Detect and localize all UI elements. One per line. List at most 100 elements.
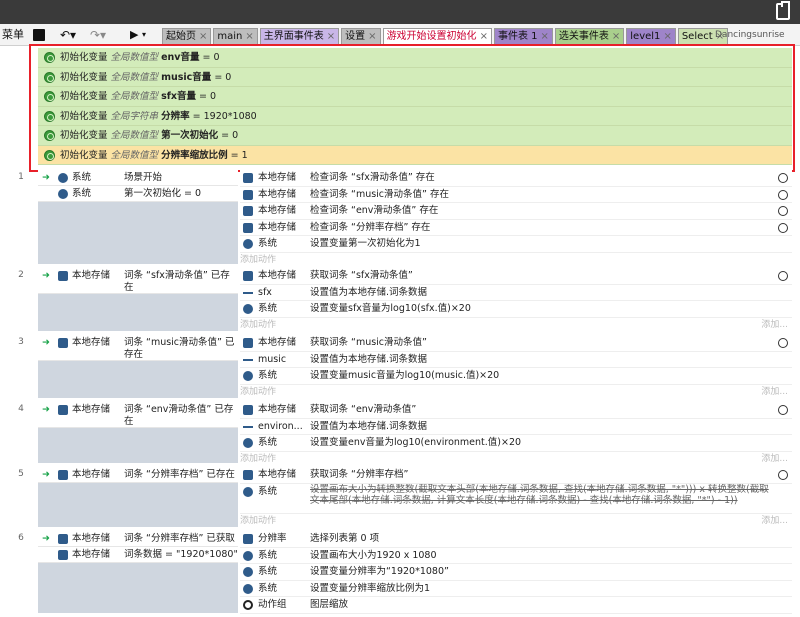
add-action-button[interactable]: 添加动作 添加...: [240, 317, 792, 332]
tab-6[interactable]: 选关事件表 ×: [554, 28, 625, 45]
var-name: 分辨率: [161, 110, 190, 122]
actions-list: 本地存储 获取词条 “env滑动条值” environ... 设置值为本地存储.词条数…: [240, 402, 792, 466]
global-variable-row[interactable]: 初始化变量 全局数值型 分辨率缩放比例 = 1: [38, 145, 792, 165]
var-value: = 1: [227, 149, 248, 161]
run-dropdown-icon[interactable]: ▾: [142, 24, 146, 46]
condition-row[interactable]: ➜ 本地存储 词条 “env滑动条值” 已存在: [38, 402, 238, 428]
condition-row[interactable]: ➜ 本地存储 词条 “分辨率存档” 已获取: [38, 531, 238, 547]
gear-icon: [243, 567, 253, 577]
condition-text: 词条 “env滑动条值” 已存在: [124, 404, 234, 427]
action-row[interactable]: 本地存储 获取词条 “分辨率存档”: [240, 467, 792, 484]
condition-text: 第一次初始化 = 0: [124, 188, 202, 199]
action-row[interactable]: 本地存储 检查词条 “env滑动条值” 存在: [240, 203, 792, 220]
add-action-button[interactable]: 添加动作 添加...: [240, 513, 792, 528]
global-variable-row[interactable]: 初始化变量 全局数值型 第一次初始化 = 0: [38, 126, 792, 146]
condition-row[interactable]: 系统 第一次初始化 = 0: [38, 186, 238, 202]
tab-close-icon[interactable]: ×: [368, 31, 376, 42]
event-number: 2: [18, 270, 24, 280]
tab-1[interactable]: main ×: [213, 28, 258, 45]
storage-icon: [243, 222, 253, 233]
action-row[interactable]: 系统 设置变量第一次初始化为1: [240, 236, 792, 253]
action-row[interactable]: sfx 设置值为本地存储.词条数据: [240, 284, 792, 301]
condition-row[interactable]: ➜ 本地存储 词条 “sfx滑动条值” 已存在: [38, 268, 238, 294]
global-variable-row[interactable]: 初始化变量 全局数值型 sfx音量 = 0: [38, 87, 792, 107]
action-row[interactable]: 系统 设置变量sfx音量为log10(sfx.值)×20: [240, 301, 792, 318]
action-object: 系统: [258, 238, 278, 249]
action-row[interactable]: 系统 设置画布大小为转换整数(截取文本头部(本地存储.词条数据, 查找(本地存储.…: [240, 483, 792, 514]
var-prefix: 初始化变量: [60, 91, 108, 102]
var-kind: 全局数值型: [110, 52, 159, 63]
condition-object: 本地存储: [58, 402, 122, 418]
condition-row[interactable]: ➜ 本地存储 词条 “分辨率存档” 已存在: [38, 467, 238, 483]
action-text: 图层缩放: [310, 599, 349, 610]
var-prefix: 初始化变量: [60, 149, 108, 161]
condition-row[interactable]: ➜ 系统 场景开始: [38, 170, 238, 186]
tab-close-icon[interactable]: ×: [663, 31, 671, 42]
add-action-button[interactable]: 添加动作 添加...: [240, 451, 792, 466]
arrow-icon: ➜: [42, 172, 50, 183]
gear-icon: [243, 304, 253, 314]
globe-icon: [44, 91, 55, 102]
action-row[interactable]: 本地存储 获取词条 “sfx滑动条值”: [240, 268, 792, 285]
tab-label: 选关事件表: [558, 31, 609, 42]
gear-icon: [243, 438, 253, 448]
gear-icon: [243, 239, 253, 249]
loop-icon: [243, 600, 253, 610]
action-row[interactable]: 系统 设置变量分辨率为“1920*1080”: [240, 564, 792, 581]
tab-4[interactable]: 游戏开始设置初始化 ×: [382, 28, 492, 45]
tab-close-icon[interactable]: ×: [199, 31, 207, 42]
menu-button[interactable]: 菜单: [2, 24, 24, 46]
storage-icon: [58, 470, 68, 480]
tab-7[interactable]: level1 ×: [626, 28, 676, 45]
action-row[interactable]: music 设置值为本地存储.词条数据: [240, 351, 792, 368]
tab-bar: 起始页 × main × 主界面事件表 × 设置 × 游戏开始设置初始化 × 事件表 1 × 选关事件表…: [162, 28, 730, 46]
action-row[interactable]: 动作组 图层缩放: [240, 597, 792, 614]
global-variable-row[interactable]: 初始化变量 全局数值型 music音量 = 0: [38, 67, 792, 87]
add-action-button[interactable]: 添加动作: [240, 252, 792, 267]
tab-close-icon[interactable]: ×: [327, 31, 335, 42]
action-object: 本地存储: [258, 469, 297, 480]
arrow-icon: ➜: [42, 337, 50, 348]
tab-3[interactable]: 设置 ×: [341, 28, 381, 45]
action-row[interactable]: 系统 设置画布大小为1920 x 1080: [240, 547, 792, 564]
arrow-icon: ➜: [42, 404, 50, 415]
action-row[interactable]: 本地存储 检查词条 “music滑动条值” 存在: [240, 186, 792, 203]
condition-row[interactable]: ➜ 本地存储 词条 “music滑动条值” 已存在: [38, 335, 238, 361]
run-button[interactable]: ▶: [130, 24, 138, 46]
tab-close-icon[interactable]: ×: [480, 31, 488, 42]
undo-icon[interactable]: ↶▾: [60, 24, 76, 46]
tab-5[interactable]: 事件表 1 ×: [493, 28, 553, 45]
action-row[interactable]: 系统 设置变量env音量为log10(environment.值)×20: [240, 435, 792, 452]
actions-list: 分辨率 选择列表第 0 项系统 设置画布大小为1920 x 1080 系统 设置变量分辨…: [240, 531, 792, 614]
action-row[interactable]: 本地存储 检查词条 “分辨率存档” 存在: [240, 219, 792, 236]
action-object: 本地存储: [258, 172, 297, 183]
storage-icon: [58, 338, 68, 348]
actions-list: 本地存储 获取词条 “分辨率存档” 系统 设置画布大小为转换整数(截取文本头部(本地存…: [240, 467, 792, 528]
global-variable-row[interactable]: 初始化变量 全局字符串 分辨率 = 1920*1080: [38, 106, 792, 126]
condition-text: 场景开始: [124, 172, 163, 183]
tab-close-icon[interactable]: ×: [541, 31, 549, 42]
action-row[interactable]: environ... 设置值为本地存储.词条数据: [240, 418, 792, 435]
clipboard-icon[interactable]: [776, 1, 790, 20]
action-row[interactable]: 系统 设置变量music音量为log10(music.值)×20: [240, 368, 792, 385]
tab-label: level1: [630, 31, 661, 42]
tab-close-icon[interactable]: ×: [245, 31, 253, 42]
action-text: 设置变量分辨率缩放比例为1: [310, 582, 431, 594]
var-name: 第一次初始化: [161, 130, 219, 141]
save-icon[interactable]: [33, 29, 45, 41]
add-action-button[interactable]: 添加动作 添加...: [240, 384, 792, 399]
condition-row[interactable]: 本地存储 词条数据 = "1920*1080": [38, 547, 238, 563]
action-row[interactable]: 本地存储 获取词条 “env滑动条值”: [240, 402, 792, 419]
tab-2[interactable]: 主界面事件表 ×: [259, 28, 340, 45]
action-row[interactable]: 本地存储 获取词条 “music滑动条值”: [240, 335, 792, 352]
title-bar: [0, 0, 800, 24]
tab-close-icon[interactable]: ×: [612, 31, 620, 42]
action-row[interactable]: 分辨率 选择列表第 0 项: [240, 531, 792, 548]
var-value: = 1920*1080: [189, 110, 257, 122]
action-row[interactable]: 本地存储 检查词条 “sfx滑动条值” 存在: [240, 170, 792, 187]
storage-icon: [243, 189, 253, 200]
redo-icon[interactable]: ↷▾: [90, 24, 106, 46]
tab-0[interactable]: 起始页 ×: [162, 28, 212, 45]
global-variable-row[interactable]: 初始化变量 全局数值型 env音量 = 0: [38, 48, 792, 68]
action-row[interactable]: 系统 设置变量分辨率缩放比例为1: [240, 580, 792, 597]
